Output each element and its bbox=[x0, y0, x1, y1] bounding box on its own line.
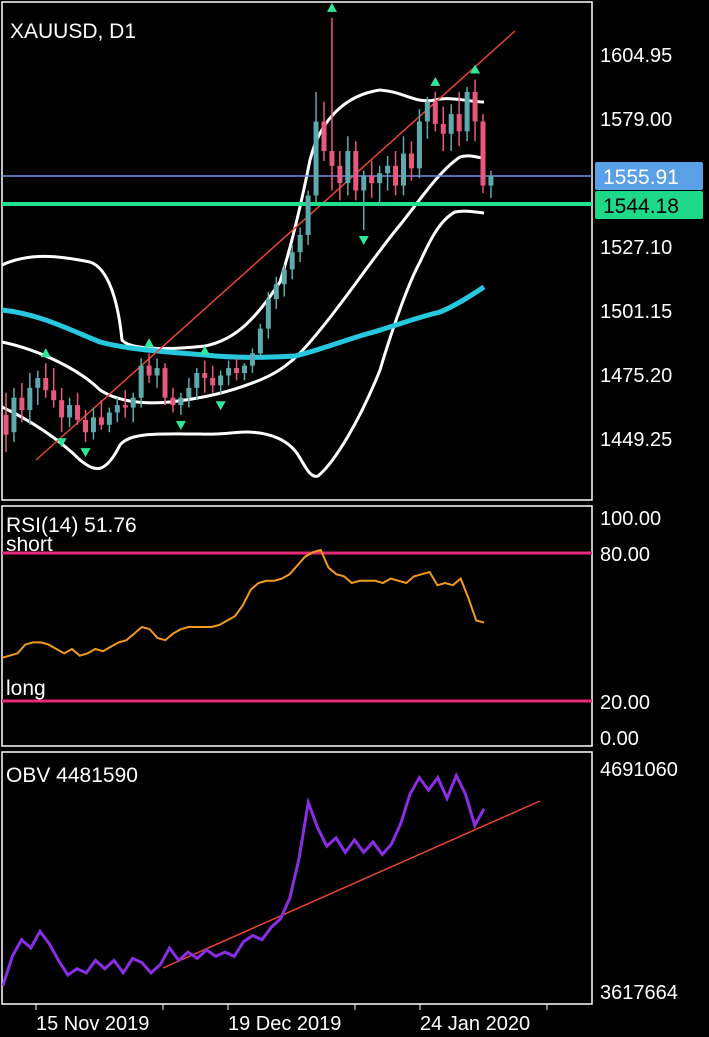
candle-body bbox=[75, 405, 81, 420]
rsi-tick: 100.00 bbox=[600, 508, 661, 530]
candle-body bbox=[353, 151, 359, 191]
price-tick: 1527.10 bbox=[600, 237, 672, 259]
candle-body bbox=[440, 123, 446, 134]
candle-body bbox=[377, 173, 383, 184]
candle-body bbox=[448, 114, 454, 134]
candle-body bbox=[162, 368, 168, 398]
candle-body bbox=[456, 114, 462, 132]
candle-body bbox=[488, 175, 494, 186]
candle-body bbox=[59, 400, 65, 418]
symbol-label: XAUUSD, D1 bbox=[10, 20, 136, 43]
candle-body bbox=[218, 375, 224, 386]
candle-body bbox=[297, 234, 303, 253]
candle-body bbox=[234, 368, 240, 374]
candle-body bbox=[186, 387, 192, 398]
candle-body bbox=[202, 373, 208, 378]
candle-body bbox=[146, 365, 152, 376]
candle-body bbox=[11, 397, 17, 433]
candle-body bbox=[43, 377, 49, 391]
obv-tick: 3617664 bbox=[600, 982, 678, 1004]
candle-body bbox=[3, 414, 9, 435]
rsi-long-label: long bbox=[6, 677, 46, 700]
candle-body bbox=[361, 175, 367, 191]
candle-body bbox=[464, 91, 470, 132]
candle-body bbox=[194, 373, 200, 388]
rsi-tick: 20.00 bbox=[600, 692, 650, 714]
price-tick: 1449.25 bbox=[600, 429, 672, 451]
candle-body bbox=[273, 284, 279, 300]
candle-body bbox=[257, 328, 263, 354]
rsi-tick: 80.00 bbox=[600, 544, 650, 566]
candle-body bbox=[27, 387, 33, 411]
candle-body bbox=[329, 151, 335, 166]
candle-body bbox=[281, 269, 287, 285]
rsi-tick: 0.00 bbox=[600, 728, 639, 750]
candle-body bbox=[345, 151, 351, 184]
trading-chart[interactable]: XAUUSD, D1 1604.95 1579.00 1527.10 1501.… bbox=[0, 0, 709, 1037]
candle-body bbox=[305, 195, 311, 235]
candle-body bbox=[265, 299, 271, 329]
candle-body bbox=[67, 405, 73, 418]
candle-body bbox=[313, 121, 319, 196]
candle-body bbox=[408, 153, 414, 169]
candle-body bbox=[178, 397, 184, 406]
obv-label: OBV 4481590 bbox=[6, 764, 138, 787]
candle-body bbox=[51, 390, 57, 401]
candle-body bbox=[106, 412, 112, 425]
candle-body bbox=[83, 419, 88, 433]
candle-body bbox=[242, 365, 247, 374]
candle-body bbox=[130, 397, 136, 408]
price-tick: 1501.15 bbox=[600, 301, 672, 323]
date-tick: 19 Dec 2019 bbox=[228, 1013, 341, 1035]
candle-body bbox=[393, 165, 399, 186]
candle-body bbox=[154, 368, 160, 376]
rsi-label: RSI(14) 51.76 bbox=[6, 514, 137, 537]
date-tick: 24 Jan 2020 bbox=[420, 1013, 530, 1035]
candle-body bbox=[337, 165, 343, 184]
candle-body bbox=[480, 121, 486, 186]
candle-body bbox=[98, 417, 104, 425]
candle-body bbox=[122, 405, 128, 408]
candle-body bbox=[90, 417, 96, 433]
candle-body bbox=[19, 397, 25, 411]
price-tick: 1475.20 bbox=[600, 365, 672, 387]
candle-body bbox=[401, 153, 406, 186]
price-tick: 1579.00 bbox=[600, 109, 672, 131]
candle-body bbox=[424, 101, 430, 122]
candle-body bbox=[226, 368, 232, 376]
current-price-value: 1555.91 bbox=[603, 166, 679, 189]
candle-body bbox=[369, 175, 375, 184]
candle-body bbox=[472, 91, 478, 122]
obv-tick: 4691060 bbox=[600, 759, 678, 781]
candle-body bbox=[321, 121, 327, 152]
candle-body bbox=[210, 377, 216, 386]
candle-body bbox=[289, 252, 295, 270]
support-price-value: 1544.18 bbox=[603, 195, 679, 218]
price-tick: 1604.95 bbox=[600, 45, 672, 67]
candle-body bbox=[138, 365, 144, 398]
candle-body bbox=[249, 353, 255, 366]
candle-body bbox=[385, 165, 391, 174]
candle-body bbox=[170, 397, 176, 406]
candle-body bbox=[35, 377, 41, 388]
candle-body bbox=[114, 405, 120, 413]
date-tick: 15 Nov 2019 bbox=[36, 1013, 149, 1035]
candle-body bbox=[432, 101, 438, 124]
candle-body bbox=[416, 121, 422, 169]
